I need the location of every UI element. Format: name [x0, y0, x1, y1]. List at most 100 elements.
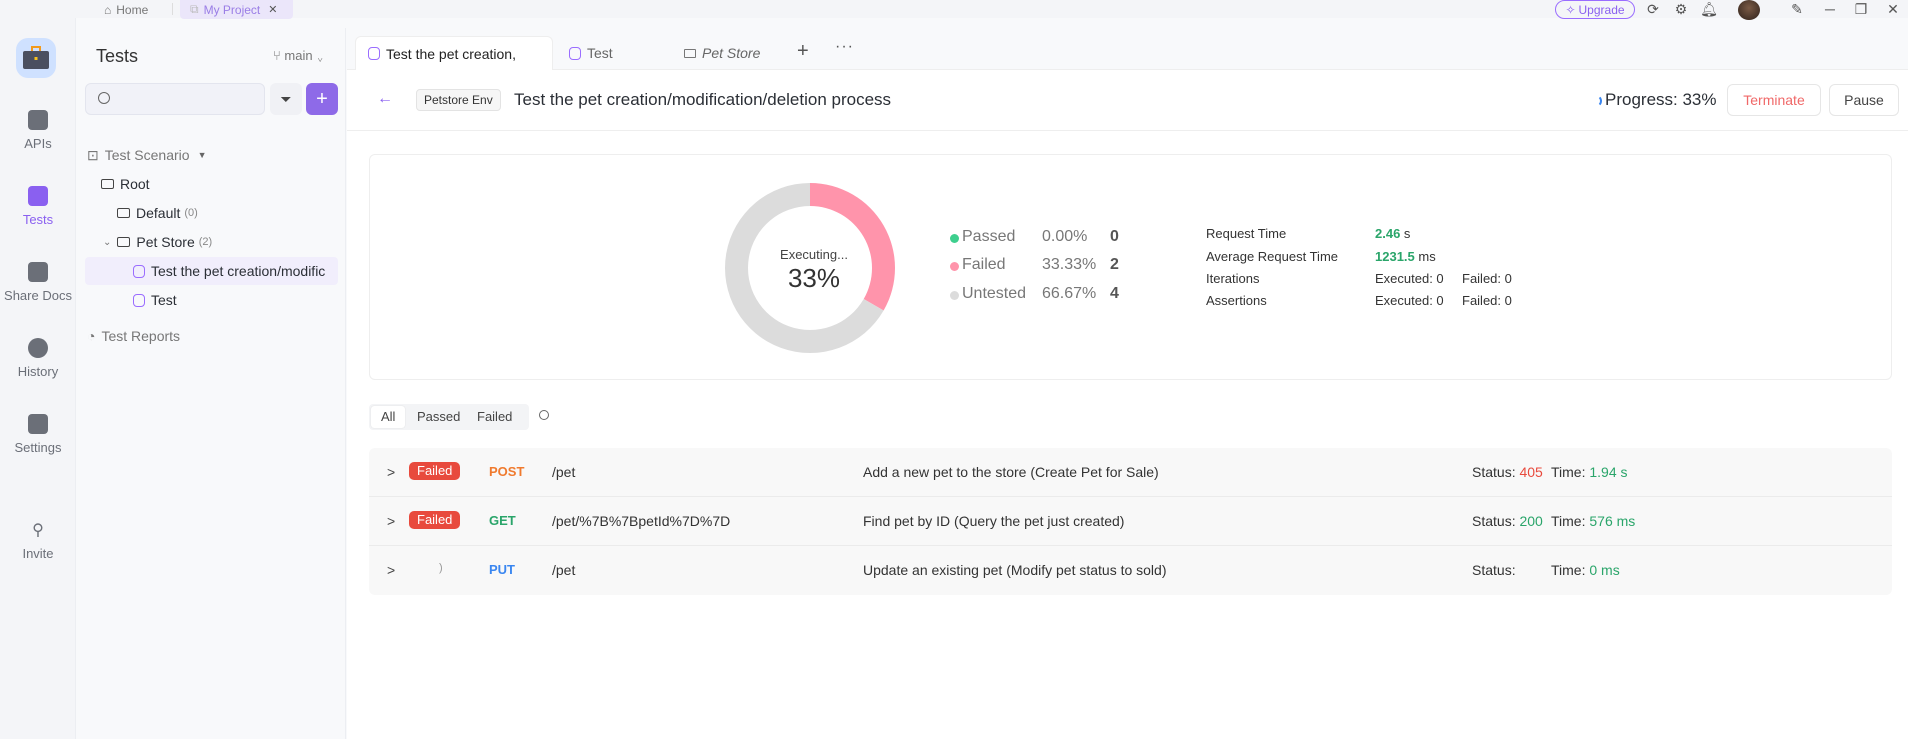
add-button[interactable]: +	[306, 83, 338, 115]
loading-spinner-icon	[1590, 95, 1602, 107]
legend-dot	[950, 234, 959, 243]
rail-item-settings[interactable]: Settings	[0, 414, 76, 455]
run-header: ← Petstore Env Test the pet creation/mod…	[347, 70, 1908, 131]
result-filter-tabs: All Passed Failed	[369, 404, 529, 430]
search-input[interactable]	[85, 83, 265, 115]
caret-down-icon: ▼	[197, 150, 207, 160]
rail-label: Settings	[14, 440, 62, 455]
tab-pet-store[interactable]: Pet Store	[672, 36, 782, 70]
result-row[interactable]: > Failed POST /pet Add a new pet to the …	[369, 448, 1892, 497]
new-tab-button[interactable]: +	[797, 40, 809, 63]
folder-icon	[117, 208, 130, 218]
tree-test-test[interactable]: Test	[85, 286, 338, 314]
metric-value: 2.46	[1375, 226, 1401, 241]
pause-button[interactable]: Pause	[1829, 84, 1899, 116]
restore-icon[interactable]: ❐	[1853, 1, 1869, 17]
branch-selector[interactable]: ⑂ main ⌄	[273, 48, 324, 63]
tree-folder-root[interactable]: Root	[85, 170, 338, 198]
upgrade-label: Upgrade	[1578, 2, 1625, 17]
result-row[interactable]: > ) PUT /pet Update an existing pet (Mod…	[369, 546, 1892, 595]
chevron-right-icon[interactable]: >	[387, 562, 395, 578]
tree-section-test-scenario[interactable]: ⊡ Test Scenario ▼	[85, 141, 338, 169]
status-label: Status:	[1472, 464, 1516, 480]
project-tab[interactable]: ⧉ My Project ✕	[180, 0, 293, 19]
tab-test[interactable]: Test	[557, 36, 667, 70]
close-tab-icon[interactable]: ✕	[268, 3, 277, 16]
status-badge: Failed	[409, 511, 461, 529]
rail-item-tests[interactable]: Tests	[0, 186, 76, 227]
search-icon[interactable]	[539, 410, 549, 420]
http-method: PUT	[489, 562, 515, 577]
tree-folder-pet-store[interactable]: ⌄ Pet Store (2)	[85, 228, 338, 256]
minimize-icon[interactable]: ─	[1822, 1, 1838, 17]
status-value: 405	[1519, 464, 1543, 480]
sync-icon[interactable]: ⟳	[1645, 1, 1661, 17]
tree-test-pet-creation[interactable]: Test the pet creation/modific	[85, 257, 338, 285]
progress-text: Progress: 33%	[1605, 90, 1717, 109]
donut-center-label: Executing...	[780, 247, 848, 262]
more-icon[interactable]: ···	[835, 38, 854, 56]
rail-label: Tests	[22, 212, 54, 227]
terminate-button[interactable]: Terminate	[1727, 84, 1821, 116]
legend-dot	[950, 262, 959, 271]
avatar[interactable]	[1738, 0, 1760, 20]
tree-label: Root	[120, 176, 150, 192]
response-time: Time: 0 ms	[1551, 562, 1620, 578]
status-code: Status: 405	[1472, 464, 1543, 480]
rail-label: History	[17, 364, 59, 379]
briefcase-icon[interactable]	[16, 38, 56, 78]
rail-item-apis[interactable]: APIs	[0, 110, 76, 151]
metric-average-request-time: Average Request Time 1231.5 ms	[1206, 249, 1606, 267]
tab-label: Pet Store	[702, 45, 761, 61]
tree-label: Test the pet creation/modific	[151, 263, 326, 279]
filter-button[interactable]: ⏷	[270, 83, 302, 115]
tree-folder-default[interactable]: Default (0)	[85, 199, 338, 227]
result-row[interactable]: > Failed GET /pet/%7B%7BpetId%7D%7D Find…	[369, 497, 1892, 546]
metric-failed: Failed: 0	[1462, 271, 1512, 286]
status-code: Status:	[1472, 562, 1516, 578]
rail-item-invite[interactable]: ⚲ Invite	[0, 520, 76, 561]
folder-icon	[684, 48, 696, 58]
chevron-right-icon[interactable]: >	[387, 513, 395, 529]
filter-all[interactable]: All	[371, 406, 406, 428]
environment-tag[interactable]: Petstore Env	[416, 89, 501, 111]
metric-request-time: Request Time 2.46 s	[1206, 226, 1606, 244]
bell-icon[interactable]: 🔔︎	[1700, 1, 1718, 17]
branch-label: main	[284, 48, 313, 63]
tree-label: Pet Store	[136, 234, 195, 250]
legend-percent: 0.00%	[1042, 228, 1088, 245]
api-icon	[28, 110, 48, 130]
scenario-folder-icon: ⊡	[87, 146, 99, 163]
rail-item-history[interactable]: History	[0, 338, 76, 379]
close-window-icon[interactable]: ✕	[1885, 1, 1901, 17]
title-bar: ⌂ Home ⧉ My Project ✕ ✧ Upgrade ⟳ ⚙ 🔔︎ ✎…	[0, 0, 1908, 20]
filter-passed[interactable]: Passed	[407, 406, 470, 428]
legend-count: 4	[1110, 285, 1119, 302]
pin-icon[interactable]: ✎	[1789, 1, 1805, 17]
upgrade-button[interactable]: ✧ Upgrade	[1555, 0, 1635, 19]
rail-item-share-docs[interactable]: Share Docs	[0, 262, 76, 303]
metric-label: Iterations	[1206, 271, 1260, 286]
summary-card: Executing... 33% Passed 0.00% 0 Failed 3…	[369, 154, 1892, 380]
legend-name: Failed	[962, 256, 1006, 273]
status-label: Status:	[1472, 513, 1516, 529]
filter-icon: ⏷	[280, 90, 292, 107]
tree-section-test-reports[interactable]: ◔ Test Reports	[85, 322, 338, 350]
request-path: /pet/%7B%7BpetId%7D%7D	[552, 513, 731, 529]
legend-percent: 33.33%	[1042, 256, 1097, 273]
tab-test-pet-creation[interactable]: Test the pet creation,	[355, 36, 553, 70]
time-value: 1.94 s	[1589, 464, 1628, 480]
left-rail: APIs Tests Share Docs History Settings ⚲…	[0, 18, 76, 739]
request-path: /pet	[552, 464, 576, 480]
back-arrow-icon[interactable]: ←	[377, 90, 393, 108]
home-tab[interactable]: ⌂ Home	[104, 0, 148, 19]
gear-icon[interactable]: ⚙	[1673, 1, 1689, 17]
metric-executed: Executed: 0	[1375, 293, 1444, 308]
results-list: > Failed POST /pet Add a new pet to the …	[369, 448, 1892, 595]
metric-unit: ms	[1414, 249, 1436, 264]
filter-failed[interactable]: Failed	[467, 406, 522, 428]
metric-unit: s	[1400, 226, 1411, 241]
chevron-down-icon: ⌄	[312, 48, 325, 63]
chevron-right-icon[interactable]: >	[387, 464, 395, 480]
main-panel: Test the pet creation, Test Pet Store + …	[347, 28, 1908, 739]
